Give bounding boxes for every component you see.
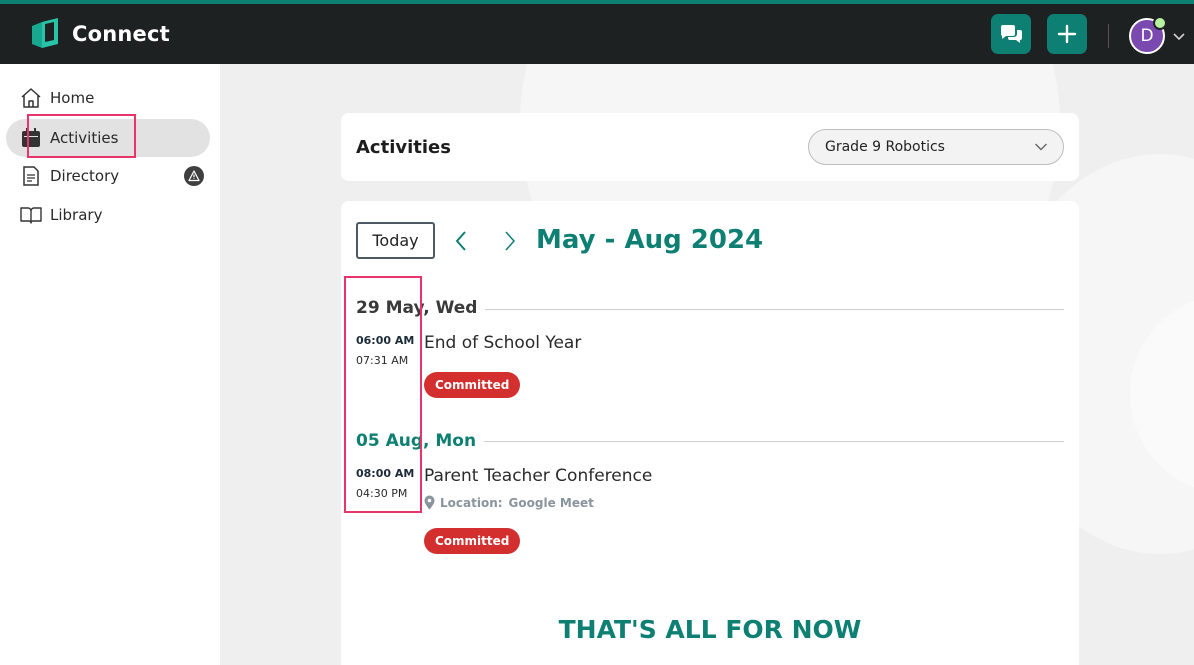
messages-button[interactable] bbox=[991, 14, 1031, 54]
chat-bubbles-icon bbox=[1000, 25, 1022, 43]
location-value: Google Meet bbox=[508, 495, 594, 510]
location-label: Location: bbox=[440, 495, 503, 510]
topbar-divider bbox=[1108, 24, 1109, 48]
today-button[interactable]: Today bbox=[356, 222, 435, 259]
sidebar-item-label: Directory bbox=[50, 167, 120, 185]
day-label: 29 May, Wed bbox=[356, 298, 486, 318]
add-button[interactable] bbox=[1047, 14, 1087, 54]
activities-header-card: Activities Grade 9 Robotics bbox=[341, 113, 1079, 181]
document-icon bbox=[20, 165, 42, 187]
page-title: Activities bbox=[356, 137, 451, 158]
event-start-time: 08:00 AM bbox=[356, 467, 415, 480]
sidebar-item-label: Library bbox=[50, 206, 103, 224]
location-pin-icon bbox=[424, 495, 435, 510]
sidebar-item-label: Activities bbox=[50, 129, 119, 147]
group-select-value: Grade 9 Robotics bbox=[825, 139, 945, 155]
event-end-time: 07:31 AM bbox=[356, 354, 409, 367]
online-status-dot bbox=[1153, 16, 1167, 30]
top-bar: Connect D bbox=[0, 0, 1194, 64]
app-name: Connect bbox=[72, 22, 170, 46]
status-badge: Committed bbox=[424, 528, 521, 554]
avatar-initial: D bbox=[1140, 26, 1154, 46]
chevron-down-icon[interactable] bbox=[1172, 32, 1186, 42]
sidebar: Home Activities Directory Library bbox=[0, 64, 220, 665]
sidebar-item-label: Home bbox=[50, 89, 95, 107]
event-end-time: 04:30 PM bbox=[356, 487, 408, 500]
event-start-time: 06:00 AM bbox=[356, 334, 415, 347]
event-title[interactable]: Parent Teacher Conference bbox=[424, 466, 652, 486]
calendar-card: Today May - Aug 2024 29 May, Wed 06:00 A… bbox=[341, 201, 1079, 665]
warning-icon bbox=[184, 166, 204, 186]
group-select[interactable]: Grade 9 Robotics bbox=[808, 129, 1064, 165]
brand[interactable]: Connect bbox=[30, 18, 170, 50]
day-divider bbox=[461, 309, 1064, 310]
plus-icon bbox=[1057, 24, 1077, 44]
date-range-title: May - Aug 2024 bbox=[536, 225, 764, 255]
sidebar-item-activities[interactable]: Activities bbox=[6, 119, 210, 157]
event-location: Location: Google Meet bbox=[424, 495, 594, 510]
calendar-icon bbox=[20, 127, 42, 149]
day-label: 05 Aug, Mon bbox=[356, 431, 485, 451]
end-of-list-message: THAT'S ALL FOR NOW bbox=[558, 615, 862, 644]
status-badge: Committed bbox=[424, 372, 521, 398]
sidebar-item-directory[interactable]: Directory bbox=[6, 157, 210, 195]
connect-logo-icon bbox=[32, 18, 58, 48]
day-divider bbox=[461, 441, 1064, 442]
sidebar-item-home[interactable]: Home bbox=[6, 79, 210, 117]
chevron-down-icon bbox=[1035, 143, 1047, 151]
chevron-right-icon[interactable] bbox=[503, 230, 517, 252]
event-title[interactable]: End of School Year bbox=[424, 333, 581, 353]
sidebar-item-library[interactable]: Library bbox=[6, 196, 210, 234]
chevron-left-icon[interactable] bbox=[454, 230, 468, 252]
home-icon bbox=[20, 87, 42, 109]
book-icon bbox=[20, 204, 42, 226]
